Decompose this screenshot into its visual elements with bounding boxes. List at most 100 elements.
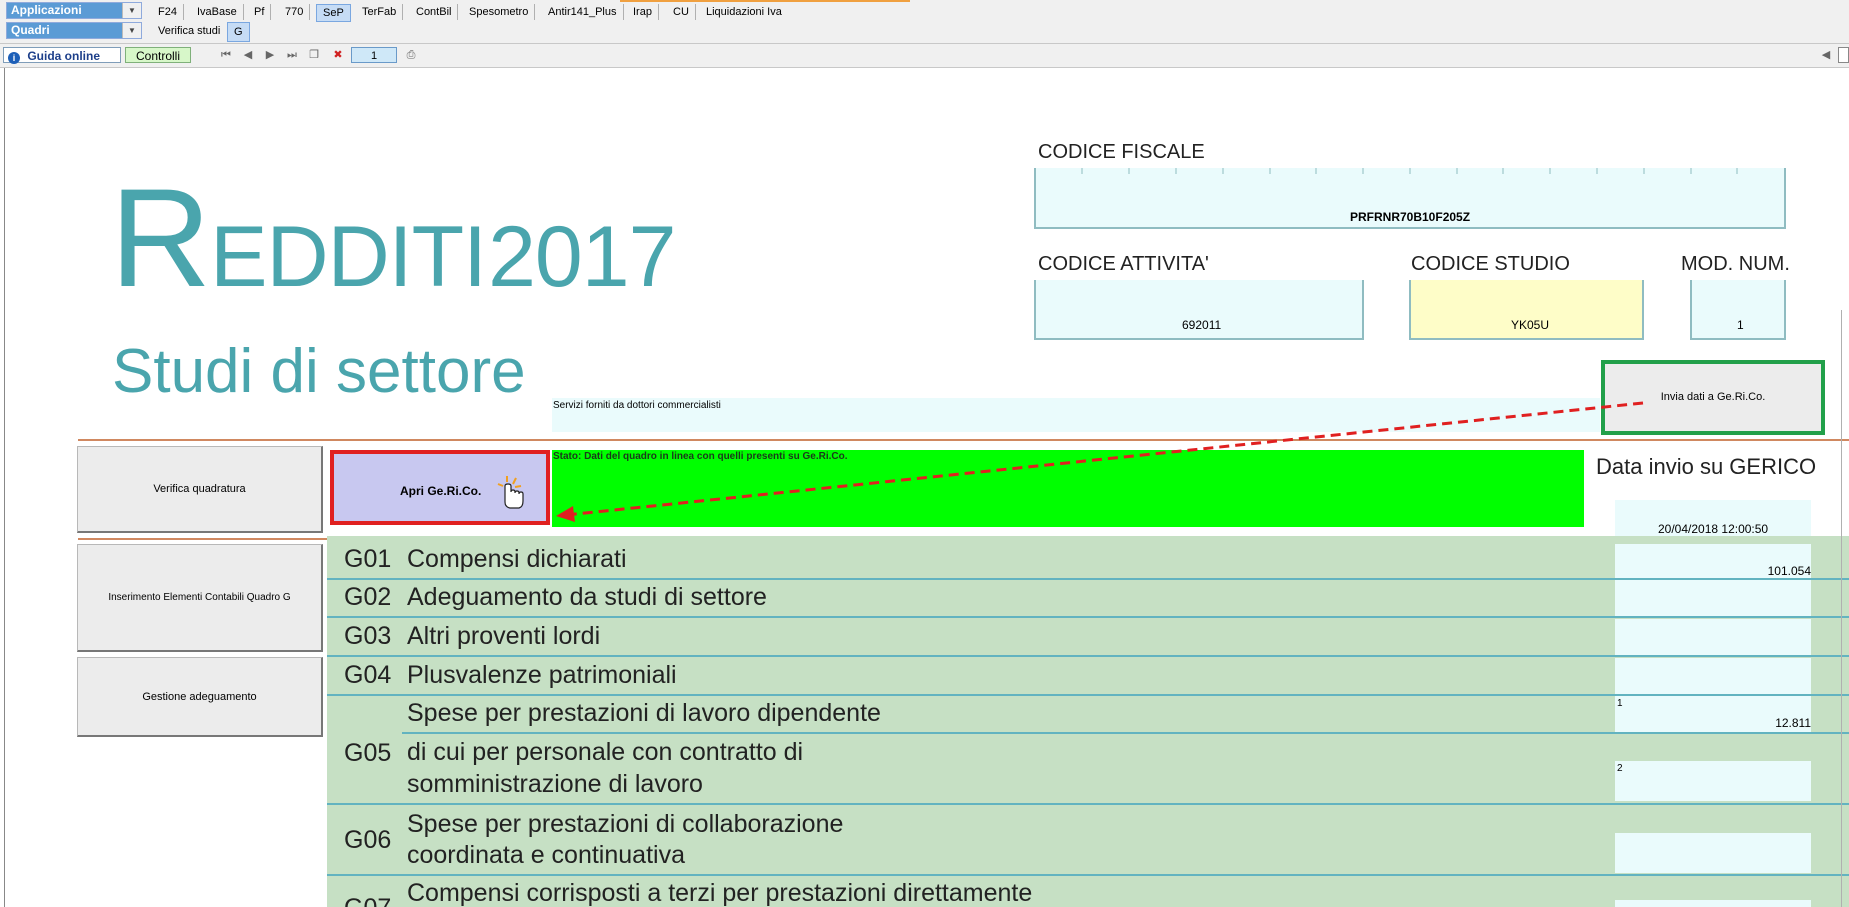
tab-antir141-plus[interactable]: Antir141_Plus <box>542 4 624 20</box>
codice-attivita-label: CODICE ATTIVITA' <box>1038 253 1209 275</box>
applicazioni-label: Applicazioni <box>7 3 122 18</box>
data-invio-label: Data invio su GERICO <box>1596 454 1817 479</box>
chevron-down-icon[interactable]: ▼ <box>122 3 141 18</box>
title-redditi: REDDITI 2017 <box>110 168 676 327</box>
row-separator <box>327 803 1849 805</box>
info-icon: i <box>8 52 20 64</box>
guida-online-label: Guida online <box>27 49 101 63</box>
codice-fiscale-label: CODICE FISCALE <box>1038 141 1205 163</box>
delete-page-icon[interactable]: ✖ <box>330 47 346 63</box>
g05-text-3: somministrazione di lavoro <box>407 770 703 798</box>
title-year: 2017 <box>488 209 676 305</box>
apri-gerico-label: Apri Ge.Ri.Co. <box>400 484 482 498</box>
tab-irap[interactable]: Irap <box>627 4 659 20</box>
codice-attivita-field[interactable]: 692011 <box>1034 280 1364 340</box>
gestione-adeguamento-button[interactable]: Gestione adeguamento <box>77 657 323 737</box>
g04-field[interactable] <box>1615 658 1811 694</box>
g07-code: G07 <box>344 894 391 907</box>
mod-num-value: 1 <box>1737 318 1744 332</box>
stato-text: Stato: Dati del quadro in linea con quel… <box>553 451 848 462</box>
next-page-icon[interactable]: ▶ <box>262 47 278 63</box>
apri-gerico-button[interactable]: Apri Ge.Ri.Co. <box>330 450 550 525</box>
previous-page-icon[interactable]: ◀ <box>240 47 256 63</box>
servizi-field: Servizi forniti da dottori commercialist… <box>552 398 1600 432</box>
subtitle-studi-di-settore: Studi di settore <box>112 337 526 406</box>
g06-field[interactable] <box>1615 833 1811 873</box>
tab-pf[interactable]: Pf <box>248 4 272 20</box>
g07-field[interactable] <box>1615 900 1811 907</box>
servizi-text: Servizi forniti da dottori commercialist… <box>553 400 721 411</box>
last-page-icon[interactable]: ⏭ <box>284 47 300 63</box>
title-first-letter: R <box>110 159 211 316</box>
g03-text: Altri proventi lordi <box>407 622 601 650</box>
tab-g[interactable]: G <box>227 22 250 42</box>
title-rest: EDDITI <box>210 209 487 305</box>
g04-text: Plusvalenze patrimoniali <box>407 661 677 689</box>
tab-cu[interactable]: CU <box>667 4 696 20</box>
g03-code: G03 <box>344 622 392 650</box>
row-separator <box>327 874 1849 876</box>
tab-ivabase[interactable]: IvaBase <box>191 4 244 20</box>
tab-770[interactable]: 770 <box>279 4 311 20</box>
g05-field-2[interactable]: 2 <box>1615 761 1811 801</box>
right-edge-line <box>1841 310 1842 907</box>
scroll-left-icon[interactable]: ◀ <box>1818 47 1834 63</box>
g03-field[interactable] <box>1615 619 1811 655</box>
row-separator <box>327 578 402 580</box>
tab-liquidazioni-iva[interactable]: Liquidazioni Iva <box>700 4 788 20</box>
hand-cursor-icon <box>497 476 524 509</box>
right-field[interactable] <box>1838 47 1849 63</box>
tab-sep[interactable]: SeP <box>316 4 351 22</box>
g06-text-1: Spese per prestazioni di collaborazione <box>407 810 844 838</box>
g05-text-1: Spese per prestazioni di lavoro dipenden… <box>407 699 881 727</box>
g05-col-2: 2 <box>1617 763 1623 774</box>
chevron-down-icon[interactable]: ▼ <box>122 23 141 38</box>
tab-verifica-studi[interactable]: Verifica studi <box>152 22 226 40</box>
tab-spesometro[interactable]: Spesometro <box>463 4 536 20</box>
row-separator <box>327 616 1849 618</box>
row-separator <box>327 655 1849 657</box>
controlli-button[interactable]: Controlli <box>125 47 191 63</box>
codice-fiscale-ticks <box>1081 168 1738 174</box>
verifica-quadratura-button[interactable]: Verifica quadratura <box>77 446 323 533</box>
page-number-field[interactable]: 1 <box>351 47 397 63</box>
inserimento-elementi-button[interactable]: Inserimento Elementi Contabili Quadro G <box>77 544 323 652</box>
g01-field[interactable]: 101.054 <box>1615 544 1811 578</box>
stato-bar: Stato: Dati del quadro in linea con quel… <box>552 450 1584 527</box>
codice-fiscale-value: PRFRNR70B10F205Z <box>1350 210 1471 224</box>
codice-studio-field[interactable]: YK05U <box>1409 280 1644 340</box>
codice-fiscale-field[interactable]: PRFRNR70B10F205Z <box>1034 168 1786 229</box>
mod-num-field[interactable]: 1 <box>1690 280 1786 340</box>
invia-dati-button[interactable]: Invia dati a Ge.Ri.Co. <box>1601 360 1825 435</box>
g05-code: G05 <box>344 739 392 767</box>
g05-value-1: 12.811 <box>1775 716 1811 730</box>
g05-text-2: di cui per personale con contratto di <box>407 738 804 766</box>
codice-studio-label: CODICE STUDIO <box>1411 253 1570 275</box>
row-separator <box>402 732 1849 734</box>
tab-f24[interactable]: F24 <box>152 4 184 20</box>
g01-text: Compensi dichiarati <box>407 545 627 573</box>
copy-page-icon[interactable]: ❐ <box>306 47 322 63</box>
data-invio-value: 20/04/2018 12:00:50 <box>1658 522 1769 536</box>
g05-field-1[interactable]: 1 12.811 <box>1615 696 1811 732</box>
applicazioni-combo[interactable]: Applicazioni ▼ <box>6 2 142 19</box>
first-page-icon[interactable]: ⏮ <box>218 47 234 63</box>
g01-value: 101.054 <box>1767 564 1811 578</box>
quadri-combo[interactable]: Quadri ▼ <box>6 22 142 39</box>
g07-text-1: Compensi corrisposti a terzi per prestaz… <box>407 879 1033 907</box>
codice-studio-value: YK05U <box>1511 318 1550 332</box>
orange-divider-top <box>78 439 1849 441</box>
data-invio-field: 20/04/2018 12:00:50 <box>1615 500 1811 537</box>
tab-terfab[interactable]: TerFab <box>356 4 404 20</box>
g01-code: G01 <box>344 545 392 573</box>
g02-field[interactable] <box>1615 580 1811 616</box>
navigation-bar: i Guida online Controlli ⏮ ◀ ▶ ⏭ ❐ ✖ 1 ⎙… <box>0 43 1849 68</box>
tab-contbil[interactable]: ContBil <box>410 4 459 20</box>
mod-num-label: MOD. NUM. <box>1681 253 1790 275</box>
print-page-icon[interactable]: ⎙ <box>403 47 419 63</box>
quadri-label: Quadri <box>7 23 122 38</box>
guida-online-button[interactable]: i Guida online <box>3 47 121 64</box>
codice-attivita-value: 692011 <box>1182 318 1222 332</box>
quadro-g-table: G01 Compensi dichiarati 101.054 G02 Adeg… <box>327 536 1849 907</box>
g06-text-2: coordinata e continuativa <box>407 841 685 869</box>
